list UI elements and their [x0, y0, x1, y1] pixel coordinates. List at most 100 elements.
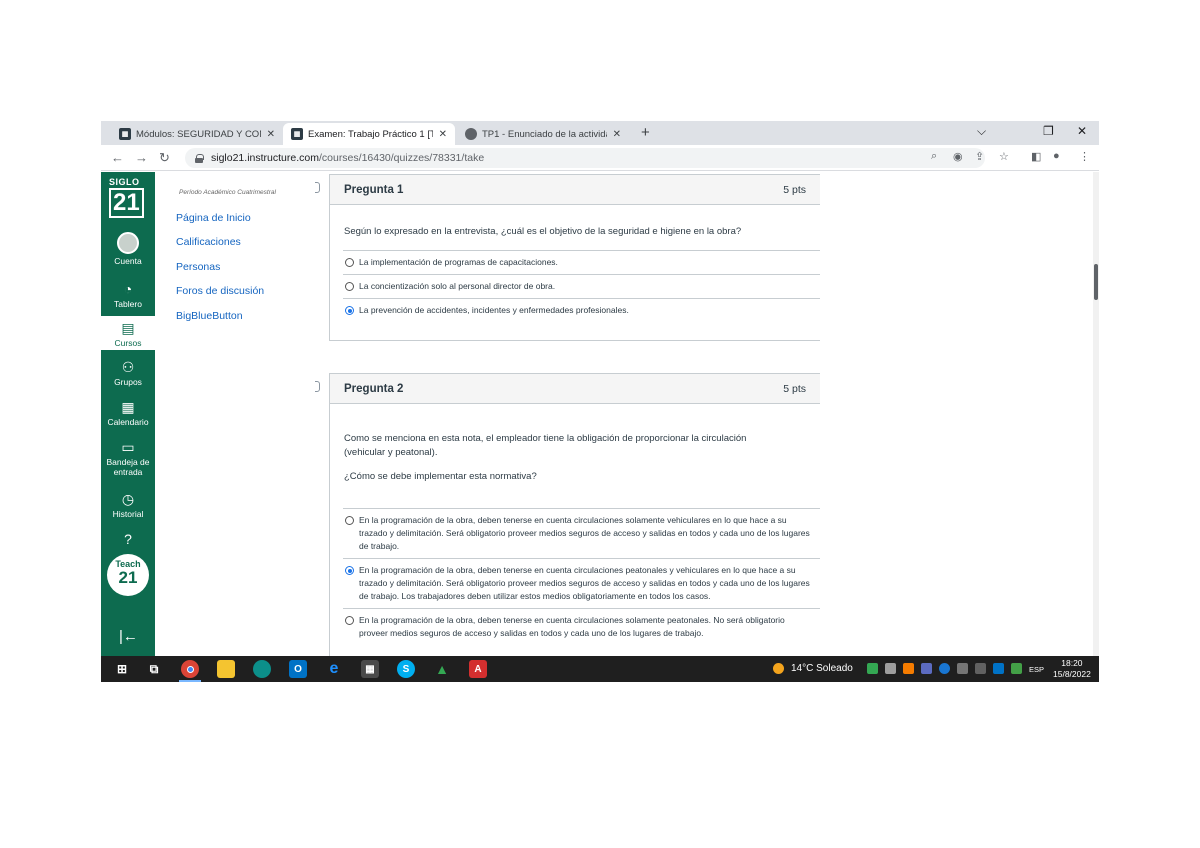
- page-scrollbar[interactable]: [1093, 172, 1099, 656]
- network-tray-icon[interactable]: [885, 663, 896, 674]
- zoom-icon[interactable]: ⌕: [931, 150, 937, 163]
- tab-modulos[interactable]: ▦ Módulos: SEGURIDAD Y CONSTR ✕: [111, 123, 283, 145]
- chrome-icon[interactable]: [181, 660, 199, 678]
- nav-ayuda[interactable]: ?: [101, 530, 155, 549]
- forward-icon[interactable]: →: [135, 150, 148, 165]
- history-icon: ◷: [121, 491, 135, 507]
- nav-calendario[interactable]: ▦ Calendario: [101, 398, 155, 427]
- radio-button-selected[interactable]: [345, 306, 354, 315]
- internet-explorer-icon[interactable]: e: [325, 660, 343, 678]
- back-icon[interactable]: ←: [111, 150, 124, 165]
- flag-question-icon[interactable]: [315, 182, 320, 193]
- task-view-icon[interactable]: ⧉: [145, 660, 163, 678]
- google-drive-icon[interactable]: ▲: [433, 660, 451, 678]
- nav-cuenta[interactable]: Cuenta: [101, 232, 155, 266]
- flag-question-icon[interactable]: [315, 381, 320, 392]
- radio-button[interactable]: [345, 282, 354, 291]
- side-panel-icon[interactable]: ◧: [1031, 150, 1041, 163]
- course-link-inicio[interactable]: Página de Inicio: [176, 212, 251, 224]
- restore-window-icon[interactable]: ❐: [1043, 124, 1054, 138]
- radio-button[interactable]: [345, 616, 354, 625]
- tab-search-icon[interactable]: ⌵: [977, 124, 986, 139]
- question-card-2: Pregunta 2 5 pts Como se menciona en est…: [329, 373, 820, 656]
- tab-title: Examen: Trabajo Práctico 1 [TP1]: [308, 128, 433, 140]
- answer-option[interactable]: La implementación de programas de capaci…: [343, 251, 820, 275]
- language-indicator[interactable]: ESP: [1029, 665, 1044, 674]
- nav-cursos[interactable]: ▤ Cursos: [101, 316, 155, 350]
- bluetooth-icon[interactable]: [939, 663, 950, 674]
- canvas-icon: ▦: [119, 128, 131, 140]
- quiz-content: Pregunta 1 5 pts Según lo expresado en l…: [315, 172, 1099, 656]
- edge-icon[interactable]: [253, 660, 271, 678]
- logo-number: 21: [109, 188, 144, 218]
- bookmark-star-icon[interactable]: ☆: [999, 150, 1009, 163]
- tab-examen[interactable]: ▦ Examen: Trabajo Práctico 1 [TP1] ✕: [283, 123, 455, 145]
- answer-text: En la programación de la obra, deben ten…: [359, 615, 785, 638]
- volume-icon[interactable]: [975, 663, 986, 674]
- radio-button[interactable]: [345, 516, 354, 525]
- nav-label: Cursos: [114, 338, 142, 348]
- mail-tray-icon[interactable]: [921, 663, 932, 674]
- course-link-personas[interactable]: Personas: [176, 261, 220, 273]
- lock-icon: [195, 153, 204, 163]
- question-points: 5 pts: [783, 382, 806, 395]
- windows-start-icon[interactable]: ⊞: [113, 660, 131, 678]
- drive-tray-icon[interactable]: [867, 663, 878, 674]
- weather-icon[interactable]: [773, 663, 784, 674]
- nav-historial[interactable]: ◷ Historial: [101, 490, 155, 519]
- clock-time: 18:20: [1061, 658, 1083, 668]
- battery-icon[interactable]: [957, 663, 968, 674]
- address-bar[interactable]: siglo21.instructure.com/courses/16430/qu…: [185, 148, 985, 168]
- inbox-icon: ▭: [121, 439, 135, 455]
- menu-dots-icon[interactable]: ⋮: [1079, 150, 1090, 163]
- nav-bandeja[interactable]: ▭ Bandeja de entrada: [101, 438, 155, 477]
- courses-icon: ▤: [121, 320, 135, 336]
- question-header: Pregunta 2 5 pts: [330, 374, 820, 404]
- course-link-foros[interactable]: Foros de discusión: [176, 285, 264, 297]
- outlook-tray-icon[interactable]: [993, 663, 1004, 674]
- close-window-icon[interactable]: ✕: [1077, 124, 1087, 138]
- file-explorer-icon[interactable]: [217, 660, 235, 678]
- taskbar-clock[interactable]: 18:20 15/8/2022: [1053, 658, 1091, 680]
- answer-option[interactable]: En la programación de la obra, deben ten…: [343, 609, 820, 645]
- course-link-bigbluebutton[interactable]: BigBlueButton: [176, 310, 243, 322]
- nav-tablero[interactable]: ◔ Tablero: [101, 280, 155, 309]
- answer-option-selected[interactable]: En la programación de la obra, deben ten…: [343, 559, 820, 609]
- calculator-icon[interactable]: ▦: [361, 660, 379, 678]
- answer-option[interactable]: La concientización solo al personal dire…: [343, 275, 820, 299]
- new-tab-button[interactable]: +: [641, 124, 650, 141]
- profile-icon[interactable]: ●: [1053, 150, 1060, 162]
- groups-icon: ⚇: [121, 359, 135, 375]
- course-link-calificaciones[interactable]: Calificaciones: [176, 236, 241, 248]
- question-text: Como se menciona en esta nota, el emplea…: [344, 433, 747, 458]
- close-icon[interactable]: ✕: [267, 129, 275, 140]
- wifi-icon[interactable]: [1011, 663, 1022, 674]
- hidden-eye-icon[interactable]: ◉: [953, 150, 963, 163]
- answer-option[interactable]: En la programación de la obra, deben ten…: [343, 509, 820, 559]
- radio-button-selected[interactable]: [345, 566, 354, 575]
- scrollbar-thumb[interactable]: [1094, 264, 1098, 300]
- teach21-button[interactable]: Teach 21: [107, 554, 149, 596]
- nav-grupos[interactable]: ⚇ Grupos: [101, 358, 155, 387]
- outlook-icon[interactable]: O: [289, 660, 307, 678]
- share-icon[interactable]: ⇪: [975, 150, 984, 163]
- question-text: Según lo expresado en la entrevista, ¿cu…: [344, 226, 742, 237]
- close-icon[interactable]: ✕: [613, 129, 621, 140]
- skype-icon[interactable]: S: [397, 660, 415, 678]
- global-navigation: SIGLO 21 Cuenta ◔ Tablero ▤ Cursos ⚇ Gru…: [101, 172, 155, 656]
- account-icon: [117, 232, 139, 254]
- close-icon[interactable]: ✕: [439, 129, 447, 140]
- acrobat-icon[interactable]: A: [469, 660, 487, 678]
- url-host: siglo21.instructure.com: [211, 152, 319, 164]
- course-navigation: Período Académico Cuatrimestral Página d…: [155, 172, 315, 656]
- radio-button[interactable]: [345, 258, 354, 267]
- answer-option-selected[interactable]: La prevención de accidentes, incidentes …: [343, 299, 820, 322]
- question-prompt: ¿Cómo se debe implementar esta normativa…: [344, 471, 537, 482]
- app-tray-icon[interactable]: [903, 663, 914, 674]
- tab-enunciado[interactable]: TP1 - Enunciado de la actividad ✕: [457, 123, 629, 145]
- siglo21-logo[interactable]: SIGLO 21: [109, 177, 147, 218]
- reload-icon[interactable]: ↻: [159, 150, 170, 166]
- nav-label: Calendario: [107, 417, 149, 427]
- collapse-nav-icon[interactable]: |←: [119, 628, 138, 645]
- weather-text[interactable]: 14°C Soleado: [791, 663, 853, 674]
